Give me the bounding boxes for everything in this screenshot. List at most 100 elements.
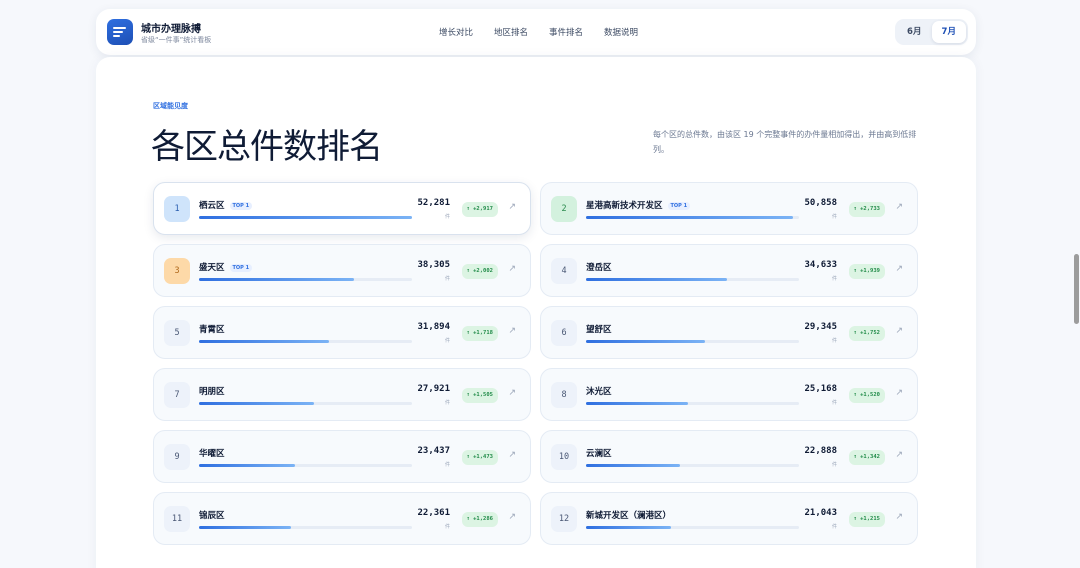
district-card[interactable]: 3 盛天区 TOP 1 38,305 件 ↑ +2,002 ↗: [153, 244, 531, 297]
district-name-label: 盛天区: [199, 263, 225, 273]
nav-item-data-notes[interactable]: 数据说明: [604, 26, 638, 38]
district-card[interactable]: 6 望舒区 29,345 件 ↑ +1,752 ↗: [540, 306, 918, 359]
month-option-june[interactable]: 6月: [897, 21, 932, 43]
count-unit: 件: [831, 276, 837, 282]
arrow-up-right-icon[interactable]: ↗: [895, 264, 903, 274]
share-bar-fill: [199, 526, 291, 529]
district-name-label: 望舒区: [586, 325, 612, 335]
count-unit: 件: [444, 524, 450, 530]
arrow-up-right-icon[interactable]: ↗: [508, 202, 516, 212]
share-bar-fill: [586, 278, 727, 281]
section-eyebrow: 区域能见度: [153, 102, 188, 110]
share-bar: [199, 216, 412, 219]
nav-item-growth[interactable]: 增长对比: [439, 26, 473, 38]
rank-badge: 12: [551, 506, 577, 532]
growth-badge: ↑ +1,939: [848, 264, 885, 279]
district-name-label: 星港高新技术开发区: [586, 201, 663, 211]
district-card[interactable]: 12 新城开发区（澜港区） 21,043 件 ↑ +1,215 ↗: [540, 492, 918, 545]
district-name: 沐光区: [586, 385, 612, 397]
share-bar: [199, 402, 412, 405]
ranking-panel: 区域能见度 各区总件数排名 每个区的总件数，由该区 19 个完整事件的办件量相加…: [96, 57, 976, 568]
district-card[interactable]: 11 锦辰区 22,361 件 ↑ +1,286 ↗: [153, 492, 531, 545]
share-bar: [586, 526, 799, 529]
share-bar-fill: [586, 402, 689, 405]
main-nav: 增长对比 地区排名 事件排名 数据说明: [439, 26, 659, 38]
total-count: 29,345: [804, 322, 837, 332]
district-card[interactable]: 5 青霄区 31,894 件 ↑ +1,718 ↗: [153, 306, 531, 359]
total-count: 21,043: [804, 508, 837, 518]
brand-title: 城市办理脉搏: [141, 24, 201, 35]
district-card[interactable]: 9 华曜区 23,437 件 ↑ +1,473 ↗: [153, 430, 531, 483]
share-bar: [586, 402, 799, 405]
district-card[interactable]: 1 栖云区 TOP 1 52,281 件 ↑ +2,917 ↗: [153, 182, 531, 235]
district-name-label: 锦辰区: [199, 511, 225, 521]
total-count: 25,168: [804, 384, 837, 394]
district-name: 星港高新技术开发区 TOP 1: [586, 199, 691, 211]
count-unit: 件: [444, 400, 450, 406]
page-title: 各区总件数排名: [151, 127, 383, 167]
brand-subtitle: 省级“一件事”统计看板: [141, 36, 212, 44]
district-name: 栖云区 TOP 1: [199, 199, 253, 211]
rank-badge: 1: [164, 196, 190, 222]
district-card[interactable]: 8 沐光区 25,168 件 ↑ +1,520 ↗: [540, 368, 918, 421]
share-bar: [586, 278, 799, 281]
arrow-up-right-icon[interactable]: ↗: [895, 450, 903, 460]
rank-badge: 6: [551, 320, 577, 346]
share-bar-fill: [586, 526, 672, 529]
share-bar-fill: [199, 216, 412, 219]
district-name-label: 澄岳区: [586, 263, 612, 273]
growth-badge: ↑ +2,917: [461, 202, 498, 217]
section-description: 每个区的总件数，由该区 19 个完整事件的办件量相加得出，并由高到低排列。: [653, 130, 917, 154]
count-unit: 件: [444, 214, 450, 220]
district-card[interactable]: 4 澄岳区 34,633 件 ↑ +1,939 ↗: [540, 244, 918, 297]
district-name: 云澜区: [586, 447, 612, 459]
arrow-up-right-icon[interactable]: ↗: [508, 264, 516, 274]
arrow-up-right-icon[interactable]: ↗: [508, 512, 516, 522]
growth-badge: ↑ +2,733: [848, 202, 885, 217]
total-count: 31,894: [417, 322, 450, 332]
district-name: 明朋区: [199, 385, 225, 397]
growth-badge: ↑ +1,505: [461, 388, 498, 403]
nav-item-event-ranking[interactable]: 事件排名: [549, 26, 583, 38]
arrow-up-right-icon[interactable]: ↗: [895, 326, 903, 336]
rank-badge: 2: [551, 196, 577, 222]
total-count: 50,858: [804, 198, 837, 208]
share-bar-fill: [586, 216, 793, 219]
top-badge: TOP 1: [229, 263, 253, 272]
month-option-july[interactable]: 7月: [931, 21, 966, 43]
top-badge: TOP 1: [667, 201, 691, 210]
district-card[interactable]: 7 明朋区 27,921 件 ↑ +1,505 ↗: [153, 368, 531, 421]
arrow-up-right-icon[interactable]: ↗: [895, 202, 903, 212]
share-bar-fill: [199, 464, 295, 467]
page-scrollbar[interactable]: [1074, 254, 1079, 324]
growth-badge: ↑ +1,342: [848, 450, 885, 465]
arrow-up-right-icon[interactable]: ↗: [508, 450, 516, 460]
district-name-label: 栖云区: [199, 201, 225, 211]
district-name: 锦辰区: [199, 509, 225, 521]
rank-badge: 8: [551, 382, 577, 408]
count-unit: 件: [444, 462, 450, 468]
share-bar-fill: [199, 340, 329, 343]
district-name-label: 沐光区: [586, 387, 612, 397]
top-badge: TOP 1: [229, 201, 253, 210]
district-name: 澄岳区: [586, 261, 612, 273]
district-card[interactable]: 10 云澜区 22,888 件 ↑ +1,342 ↗: [540, 430, 918, 483]
district-name-label: 华曜区: [199, 449, 225, 459]
share-bar: [586, 340, 799, 343]
count-unit: 件: [444, 276, 450, 282]
growth-badge: ↑ +2,002: [461, 264, 498, 279]
arrow-up-right-icon[interactable]: ↗: [895, 512, 903, 522]
arrow-up-right-icon[interactable]: ↗: [895, 388, 903, 398]
district-name-label: 青霄区: [199, 325, 225, 335]
arrow-up-right-icon[interactable]: ↗: [508, 388, 516, 398]
district-name: 望舒区: [586, 323, 612, 335]
nav-item-district-ranking[interactable]: 地区排名: [494, 26, 528, 38]
rank-badge: 10: [551, 444, 577, 470]
district-name: 华曜区: [199, 447, 225, 459]
share-bar: [199, 464, 412, 467]
arrow-up-right-icon[interactable]: ↗: [508, 326, 516, 336]
total-count: 27,921: [417, 384, 450, 394]
growth-badge: ↑ +1,520: [848, 388, 885, 403]
district-card[interactable]: 2 星港高新技术开发区 TOP 1 50,858 件 ↑ +2,733 ↗: [540, 182, 918, 235]
month-toggle: 6月 7月: [895, 19, 968, 45]
